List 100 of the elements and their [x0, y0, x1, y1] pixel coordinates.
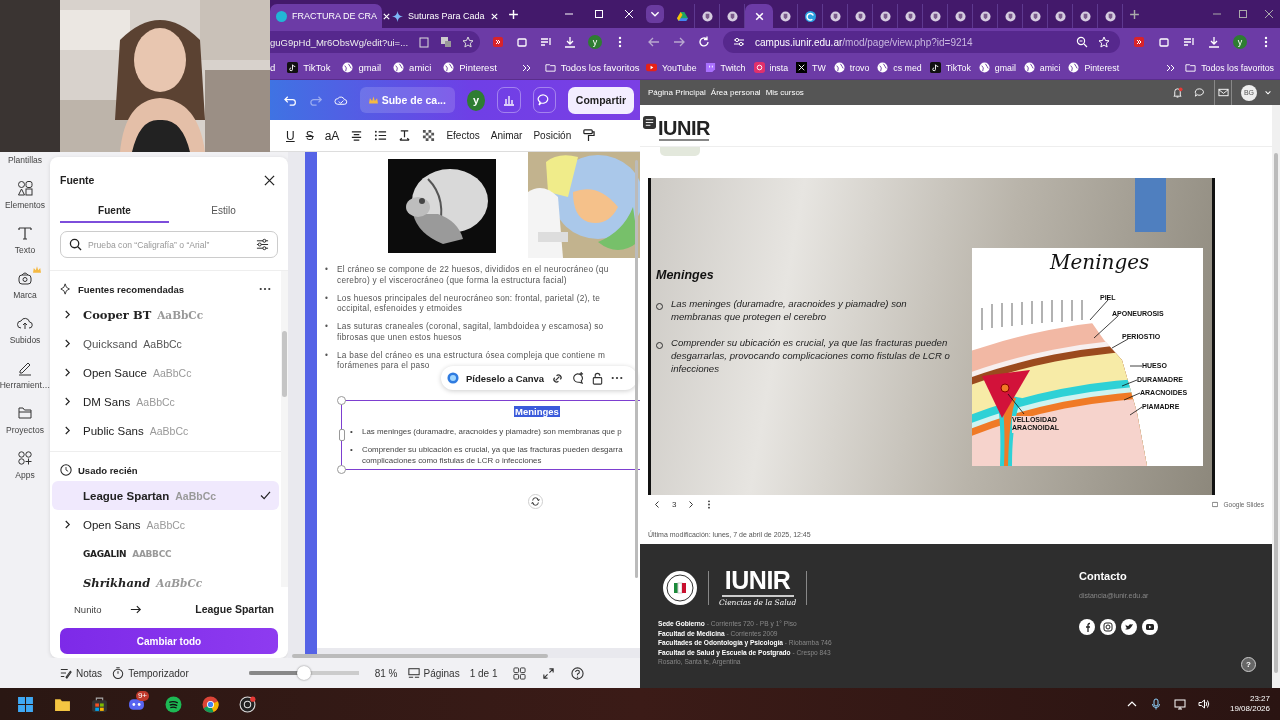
translate-icon[interactable]	[440, 36, 453, 48]
facebook-icon[interactable]	[1079, 619, 1095, 635]
format-button[interactable]: U	[286, 128, 295, 143]
bookmark[interactable]: insta	[753, 62, 789, 73]
spacing-icon[interactable]	[398, 129, 412, 142]
font-option[interactable]: Quicksand AaBbCc	[52, 329, 279, 358]
sidebar-item[interactable]: Plantillas	[8, 155, 42, 165]
next-icon[interactable]	[688, 499, 695, 509]
align-icon[interactable]	[350, 129, 364, 142]
toolbar-button[interactable]: Posición	[533, 130, 572, 141]
media-icon[interactable]	[540, 36, 552, 48]
sidebar-item[interactable]: Marca	[13, 270, 37, 300]
mail-button[interactable]	[1214, 80, 1232, 105]
bookmark[interactable]: Twitch	[704, 62, 746, 73]
bookmark[interactable]: TikTok	[929, 62, 971, 73]
bookmark[interactable]: TW	[796, 62, 826, 73]
resize-handle[interactable]	[337, 396, 346, 405]
scrollbar[interactable]	[292, 654, 548, 658]
download-icon[interactable]	[1208, 36, 1220, 48]
forward-icon[interactable]	[673, 36, 685, 48]
paint-roller-icon[interactable]	[582, 129, 596, 142]
chevron-right-icon[interactable]	[64, 397, 71, 406]
bird-icon[interactable]	[1121, 619, 1137, 635]
sidebar-item[interactable]: Subidos	[9, 315, 41, 345]
timer-button[interactable]: Temporizador	[112, 667, 189, 679]
font-option[interactable]: DM Sans AaBbCc	[52, 387, 279, 416]
rotate-icon[interactable]	[528, 494, 543, 509]
close-icon[interactable]	[1264, 9, 1274, 19]
help-button[interactable]: ?	[1241, 657, 1256, 672]
search-field[interactable]: Prueba con “Caligrafía” o “Arial”	[60, 231, 278, 258]
more-icon[interactable]	[259, 287, 271, 291]
media-icon[interactable]	[1183, 36, 1195, 48]
close-icon[interactable]	[264, 174, 275, 186]
font-option[interactable]: League Spartan AaBbCc	[52, 481, 279, 510]
toolbar-button[interactable]: Animar	[490, 130, 523, 141]
bookmark[interactable]: Pinterest	[443, 62, 497, 73]
star-icon[interactable]	[462, 36, 475, 48]
bookmark[interactable]: TikTok	[287, 62, 331, 73]
taskbar-app[interactable]: 9+	[123, 691, 149, 717]
pages-button[interactable]: Páginas	[407, 667, 460, 679]
sidebar-item[interactable]: Proyectos	[6, 405, 44, 435]
chevron-right-icon[interactable]	[64, 368, 71, 377]
notes-button[interactable]: Notas	[60, 667, 103, 679]
bell-icon[interactable]	[1172, 87, 1183, 98]
bookmark[interactable]: d	[270, 62, 276, 73]
comment-button[interactable]	[532, 87, 556, 113]
more-icon[interactable]	[706, 499, 713, 509]
back-icon[interactable]	[648, 36, 660, 48]
lock-icon[interactable]	[591, 371, 605, 385]
monitor-icon[interactable]	[1173, 698, 1186, 710]
site-settings-icon[interactable]	[733, 36, 745, 48]
maximize-icon[interactable]	[1238, 9, 1248, 19]
help-icon[interactable]	[571, 666, 585, 680]
puzzle-icon[interactable]	[1158, 36, 1170, 48]
slider-thumb[interactable]	[296, 666, 311, 680]
clock[interactable]: 23:27 19/08/2026	[1229, 693, 1270, 715]
bookmark[interactable]: Pinterest	[1068, 62, 1120, 73]
previous-icon[interactable]	[654, 499, 660, 509]
browser-tab[interactable]	[745, 4, 773, 28]
bookmark[interactable]: gmail	[342, 62, 382, 73]
browser-tab[interactable]: Suturas Para Cada	[386, 4, 498, 28]
microphone-icon[interactable]	[1149, 698, 1162, 710]
profile-avatar[interactable]: y	[1233, 35, 1247, 49]
zoom-icon[interactable]	[1076, 36, 1088, 48]
bookmark-folder[interactable]: Todos los favoritos	[1185, 62, 1274, 73]
tab-search-icon[interactable]	[646, 5, 664, 23]
speaker-icon[interactable]	[1197, 698, 1210, 710]
clipboard-icon[interactable]	[418, 36, 431, 48]
bookmark[interactable]: trovo	[833, 62, 870, 73]
resize-handle[interactable]	[337, 465, 346, 474]
bookmark[interactable]: gmail	[978, 62, 1016, 73]
chevron-right-icon[interactable]	[64, 310, 71, 319]
nav-link[interactable]: Área personal	[710, 88, 761, 97]
panel-tab[interactable]: Fuente	[60, 199, 169, 223]
chat-icon[interactable]	[1194, 87, 1205, 98]
fullscreen-icon[interactable]	[542, 666, 556, 680]
transparency-icon[interactable]	[422, 129, 436, 142]
extension-icon[interactable]	[1133, 36, 1145, 48]
extension-icon[interactable]	[492, 36, 504, 48]
font-option[interactable]: Cooper BT AaBbCc	[52, 300, 279, 329]
font-option[interactable]: Public Sans AaBbCc	[52, 416, 279, 445]
instagram-icon[interactable]	[1100, 619, 1116, 635]
format-button[interactable]: S	[305, 128, 314, 143]
insights-button[interactable]	[497, 87, 521, 113]
font-option[interactable]: Shrikhand AaBbCc	[52, 568, 279, 587]
sidebar-item[interactable]: Texto	[14, 225, 36, 255]
chevron-right-icon[interactable]	[64, 520, 71, 529]
ask-canva-button[interactable]: Pídeselo a Canva	[466, 372, 545, 384]
bookmark[interactable]: cs med	[877, 62, 922, 73]
profile-avatar[interactable]: y	[588, 35, 602, 49]
grid-icon[interactable]	[513, 666, 527, 680]
upgrade-button[interactable]: Sube de ca...	[359, 87, 455, 113]
user-avatar[interactable]: y	[466, 89, 486, 111]
bookmark[interactable]: amici	[1023, 62, 1061, 73]
panel-tab[interactable]: Estilo	[169, 199, 278, 223]
scrollbar-thumb[interactable]	[282, 331, 287, 397]
nav-link[interactable]: Página Principal	[648, 88, 706, 97]
puzzle-icon[interactable]	[516, 36, 528, 48]
scrollbar[interactable]	[281, 271, 288, 587]
link-icon[interactable]	[551, 371, 565, 385]
